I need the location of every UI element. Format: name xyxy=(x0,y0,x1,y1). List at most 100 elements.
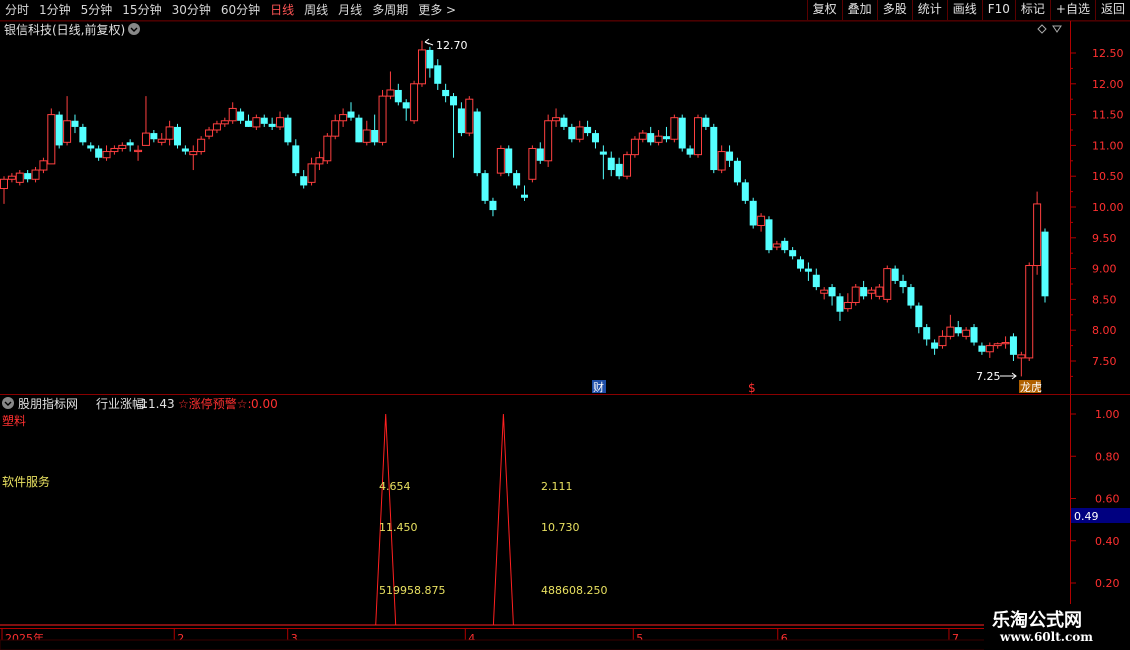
diamond-icon[interactable] xyxy=(1037,24,1047,34)
candle-body-down xyxy=(79,126,87,143)
svg-text:龙虎: 龙虎 xyxy=(1020,381,1042,394)
candle-body-down xyxy=(591,133,599,143)
candle-body-down xyxy=(899,280,907,288)
candle-body-up xyxy=(1001,342,1010,345)
main-y-tick-label: 12.50 xyxy=(1092,47,1124,60)
candle-body-up xyxy=(962,329,971,337)
candle-body-down xyxy=(804,268,812,272)
sub-y-tick-label: 0.20 xyxy=(1095,577,1120,590)
candle-body-down xyxy=(907,287,915,306)
candle-body-down xyxy=(797,259,805,269)
candle-body-up xyxy=(31,169,40,180)
candlestick-series xyxy=(0,40,1049,377)
watermark-title: 乐淘公式网 xyxy=(992,610,1082,631)
candle-body-down xyxy=(789,250,797,257)
candle-body-down xyxy=(891,268,899,281)
candle-body-down xyxy=(24,173,32,180)
candle-body-down xyxy=(292,145,300,174)
sector-plastic: 塑料 xyxy=(2,413,26,428)
candle-body-up xyxy=(252,117,261,128)
candle-body-up xyxy=(694,117,702,156)
candle-body-down xyxy=(1041,231,1049,297)
candle-body-up xyxy=(670,117,679,140)
triangle-down-icon[interactable] xyxy=(1052,25,1062,33)
indicator-spikes xyxy=(0,413,1070,626)
candle-body-down xyxy=(181,148,189,152)
current-value: 0.49 xyxy=(1074,510,1099,523)
candle-body-down xyxy=(284,117,292,143)
candle-body-up xyxy=(496,147,505,174)
main-y-tick-label: 9.50 xyxy=(1092,232,1117,245)
candle-body-down xyxy=(702,117,710,127)
peak1-value-a: 4.654 xyxy=(379,480,411,493)
candle-body-down xyxy=(954,327,962,334)
candle-body-up xyxy=(1033,203,1042,267)
main-chart-title: 银信科技(日线,前复权) xyxy=(4,22,125,37)
candle-body-down xyxy=(726,151,734,161)
main-y-tick-label: 11.00 xyxy=(1092,139,1124,152)
main-y-tick-label: 9.00 xyxy=(1092,263,1117,276)
candle-body-down xyxy=(402,102,410,109)
peak1-value-b: 11.450 xyxy=(379,521,418,534)
candle-body-up xyxy=(630,138,639,156)
candle-body-up xyxy=(654,135,663,143)
sub-y-axis: 1.00 0.80 0.60 0.40 0.20 xyxy=(1070,408,1120,590)
main-y-tick-label: 11.50 xyxy=(1092,109,1124,122)
candle-body-up xyxy=(938,335,947,347)
candle-body-down xyxy=(450,96,458,106)
candle-body-down xyxy=(521,194,528,198)
candle-body-down xyxy=(836,296,844,312)
candle-body-down xyxy=(678,117,686,149)
candle-body-up xyxy=(220,120,229,125)
candle-body-down xyxy=(860,287,868,297)
limit-up-value: 0.00 xyxy=(251,397,278,411)
candle-body-up xyxy=(134,149,143,153)
high-arrow-icon xyxy=(424,38,430,45)
high-label: 12.70 xyxy=(436,39,468,52)
main-y-tick-label: 12.00 xyxy=(1092,78,1124,91)
svg-text:财: 财 xyxy=(593,380,604,394)
event-marker-s[interactable]: $ xyxy=(748,381,756,395)
candle-body-up xyxy=(315,157,324,165)
candle-body-up xyxy=(544,120,553,162)
candle-body-down xyxy=(260,117,268,124)
candle-body-up xyxy=(331,120,340,137)
industry-change-value: -11.43 xyxy=(136,397,175,411)
candle-body-up xyxy=(157,138,166,143)
candle-body-down xyxy=(71,120,79,127)
candle-body-down xyxy=(923,327,931,340)
candle-body-up xyxy=(875,286,884,297)
watermark-url: www.60lt.com xyxy=(1000,630,1093,644)
candle-body-up xyxy=(386,89,395,97)
candle-body-down xyxy=(733,160,741,183)
candle-body-up xyxy=(1025,265,1034,359)
candle-body-down xyxy=(442,89,450,97)
candle-body-up xyxy=(110,147,119,153)
candle-body-down xyxy=(749,200,757,226)
candle-body-up xyxy=(7,175,16,180)
low-label: 7.25 xyxy=(976,370,1001,383)
main-y-tick-label: 10.00 xyxy=(1092,201,1124,214)
sub-dropdown-icon[interactable] xyxy=(2,397,14,409)
candle-body-down xyxy=(150,133,158,140)
time-scrollbar[interactable] xyxy=(0,639,1071,650)
candle-body-down xyxy=(244,120,252,127)
candle-body-down xyxy=(174,126,181,146)
candle-body-up xyxy=(883,268,892,300)
sector-software: 软件服务 xyxy=(2,474,50,489)
candle-body-down xyxy=(599,151,607,155)
title-dropdown-icon[interactable] xyxy=(128,23,140,35)
candle-body-down xyxy=(607,157,615,171)
candle-body-down xyxy=(347,111,355,118)
sub-y-tick-label: 0.40 xyxy=(1095,535,1120,548)
candle-body-down xyxy=(781,240,789,251)
candle-body-down xyxy=(237,111,245,121)
candle-body-down xyxy=(828,287,836,297)
candle-body-up xyxy=(102,151,111,159)
candle-body-up xyxy=(141,132,150,146)
candle-body-down xyxy=(126,142,134,146)
main-y-tick-label: 8.50 xyxy=(1092,293,1117,306)
candle-body-down xyxy=(434,65,442,84)
limit-up-label: ☆涨停预警☆: xyxy=(178,396,252,411)
watermark: 乐淘公式网 www.60lt.com xyxy=(984,604,1130,650)
